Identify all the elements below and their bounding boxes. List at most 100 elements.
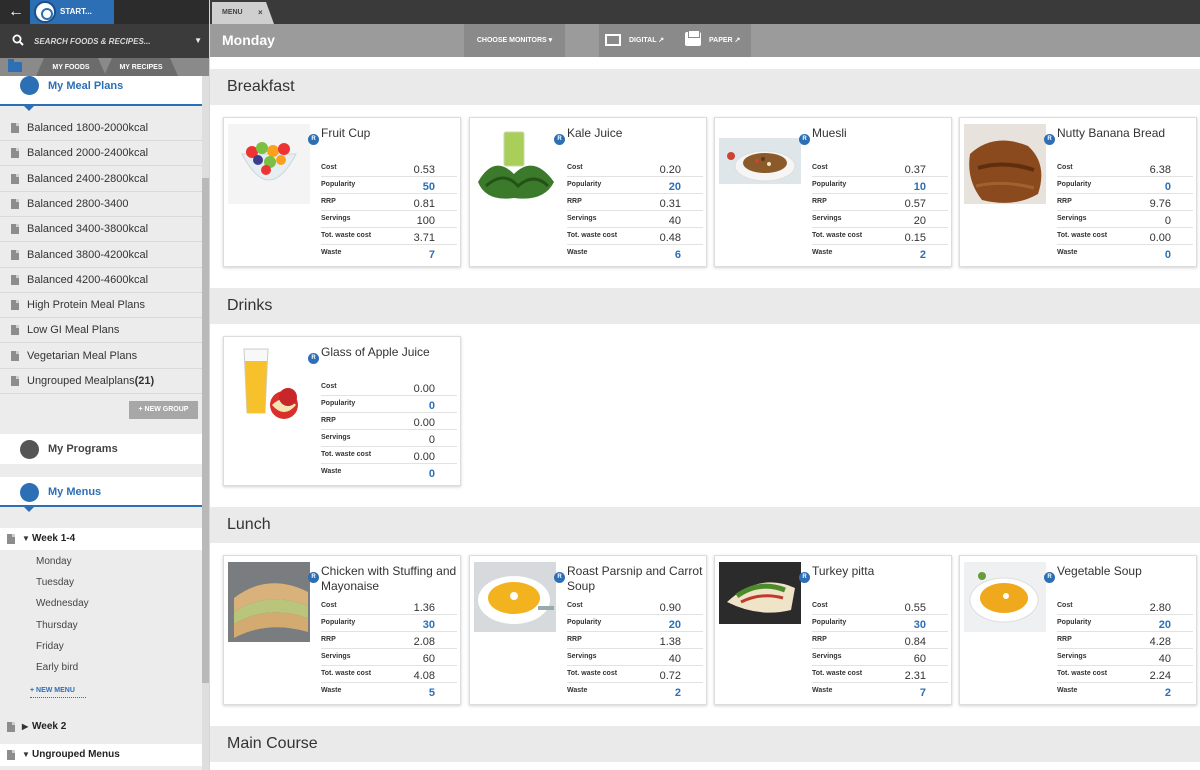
- new-group-button[interactable]: + NEW GROUP: [129, 401, 198, 419]
- stat-label: Waste: [567, 249, 588, 256]
- recipe-card[interactable]: R Nutty Banana Bread Cost 6.38 Popularity 0 RR…: [959, 117, 1197, 267]
- tab-menu[interactable]: MENU ×: [212, 2, 274, 24]
- paper-button[interactable]: PAPER ↗: [679, 24, 751, 57]
- stat-value: 0.84: [904, 636, 926, 648]
- new-menu-button[interactable]: + NEW MENU: [30, 684, 86, 698]
- tab-menu-label: MENU: [222, 9, 243, 16]
- section-my-programs[interactable]: My Programs: [0, 434, 202, 464]
- category-title: Drinks: [227, 297, 273, 314]
- stat-row: Tot. waste cost 0.72: [567, 666, 703, 683]
- menu-day-item[interactable]: Early bird: [36, 658, 186, 678]
- sidebar-tabs: MY FOODS MY RECIPES: [0, 58, 209, 76]
- sidebar-item-meal-plan[interactable]: Balanced 1800-2000kcal: [0, 116, 202, 141]
- digital-button[interactable]: DIGITAL ↗: [599, 24, 679, 57]
- folder-icon: [8, 59, 22, 72]
- choose-monitors-button[interactable]: CHOOSE MONITORS ▾: [464, 24, 565, 57]
- recipe-card[interactable]: R Chicken with Stuffing and Mayonaise Cost…: [223, 555, 461, 705]
- sidebar-item-ungrouped-mealplans[interactable]: Ungrouped Mealplans(21): [0, 369, 202, 394]
- sidebar-item-meal-plan[interactable]: Balanced 2000-2400kcal: [0, 141, 202, 167]
- stat-value: 40: [668, 215, 681, 227]
- document-icon: [11, 173, 19, 184]
- stat-value: 40: [668, 653, 681, 665]
- stat-row: Tot. waste cost 0.48: [567, 228, 703, 245]
- search-bar: ▼: [0, 24, 209, 58]
- toolbar: Monday CHOOSE MONITORS ▾ DIGITAL ↗ PAPER…: [210, 24, 1200, 57]
- sidebar-item-meal-plan[interactable]: Balanced 3800-4200kcal: [0, 243, 202, 268]
- recipe-name: Kale Juice: [567, 126, 623, 140]
- menu-group-week-1-4[interactable]: ▼ Week 1-4: [0, 528, 202, 550]
- menu-day-item[interactable]: Tuesday: [36, 573, 186, 593]
- menu-day-item[interactable]: Wednesday: [36, 594, 186, 614]
- recipe-card[interactable]: R Fruit Cup Cost 0.53 Popularity 50 RRP 0.81 Ser…: [223, 117, 461, 267]
- recipe-card[interactable]: R Kale Juice Cost 0.20 Popularity 20 RRP 0.31 Se…: [469, 117, 707, 267]
- recipe-image: [474, 124, 556, 204]
- stat-value: 2.24: [1149, 670, 1171, 682]
- document-icon: [11, 224, 19, 235]
- section-my-meal-plans[interactable]: My Meal Plans: [0, 76, 202, 111]
- section-my-menus[interactable]: My Menus: [0, 477, 202, 512]
- recipe-image: [228, 124, 310, 204]
- recipe-card[interactable]: R Muesli Cost 0.37 Popularity 10 RRP 0.57 Servin…: [714, 117, 952, 267]
- menu-group-week-2[interactable]: ▶ Week 2: [0, 716, 202, 738]
- meal-plan-label: High Protein Meal Plans: [27, 299, 146, 312]
- chevron-down-icon[interactable]: ▼: [194, 36, 202, 45]
- stat-label: RRP: [567, 636, 582, 643]
- stat-value: 2.08: [413, 636, 435, 648]
- sidebar-item-meal-plan[interactable]: Balanced 2800-3400: [0, 192, 202, 217]
- stat-label: Cost: [321, 383, 337, 390]
- stat-value: 9.76: [1149, 198, 1171, 210]
- menu-day-item[interactable]: Monday: [36, 552, 186, 572]
- recipe-name: Muesli: [812, 126, 847, 140]
- stat-value: 7: [428, 249, 435, 261]
- expanded-triangle-icon: ▼: [22, 750, 30, 759]
- stat-row: Popularity 10: [812, 177, 948, 194]
- stat-label: Tot. waste cost: [1057, 232, 1108, 239]
- stat-row: RRP 0.57: [812, 194, 948, 211]
- stat-row: Tot. waste cost 0.15: [812, 228, 948, 245]
- stat-label: RRP: [321, 198, 336, 205]
- stat-value: 0.00: [413, 417, 435, 429]
- tab-my-foods[interactable]: MY FOODS: [36, 58, 106, 76]
- back-arrow-icon[interactable]: ←: [6, 2, 26, 22]
- stat-row: Waste 7: [812, 683, 948, 700]
- recipe-card[interactable]: R Roast Parsnip and Carrot Soup Cost 0.90 Po…: [469, 555, 707, 705]
- search-input[interactable]: [34, 33, 184, 49]
- menu-day-item[interactable]: Thursday: [36, 616, 186, 636]
- category-header: Drinks: [210, 288, 1200, 324]
- sidebar-scroll-thumb[interactable]: [202, 178, 209, 683]
- stat-value: 20: [913, 215, 926, 227]
- stat-row: Popularity 0: [321, 396, 457, 413]
- stat-label: Cost: [567, 164, 583, 171]
- start-label: START...: [60, 7, 92, 16]
- sidebar-item-meal-plan[interactable]: Low GI Meal Plans: [0, 318, 202, 344]
- stat-value: 40: [1158, 653, 1171, 665]
- stat-row: Waste 5: [321, 683, 457, 700]
- meal-plan-label: Vegetarian Meal Plans: [27, 349, 138, 362]
- stat-value: 0: [1164, 249, 1171, 261]
- meal-plan-label: Balanced 4200-4600kcal: [27, 273, 149, 286]
- start-button[interactable]: START...: [30, 0, 114, 24]
- stat-row: Cost 0.90: [567, 598, 703, 615]
- stat-label: Tot. waste cost: [567, 670, 618, 677]
- recipe-name: Nutty Banana Bread: [1057, 126, 1166, 140]
- sidebar-item-meal-plan[interactable]: Balanced 3400-3800kcal: [0, 217, 202, 243]
- recipe-card[interactable]: R Glass of Apple Juice Cost 0.00 Popularity 0…: [223, 336, 461, 486]
- close-icon[interactable]: ×: [258, 2, 263, 24]
- category-header: Main Course: [210, 726, 1200, 762]
- menu-day-item[interactable]: Friday: [36, 637, 186, 657]
- stat-label: Tot. waste cost: [812, 670, 863, 677]
- sidebar-item-meal-plan[interactable]: High Protein Meal Plans: [0, 293, 202, 319]
- stat-row: Servings 20: [812, 211, 948, 228]
- stat-label: Waste: [1057, 687, 1078, 694]
- tab-my-recipes[interactable]: MY RECIPES: [104, 58, 178, 76]
- menu-group-ungrouped[interactable]: ▼ Ungrouped Menus: [0, 744, 202, 766]
- sidebar: ← START... ▼ MY FOODS MY RECIPES My Meal…: [0, 0, 210, 770]
- tab-folders[interactable]: [0, 58, 36, 76]
- stat-label: Cost: [812, 602, 828, 609]
- sidebar-item-meal-plan[interactable]: Balanced 4200-4600kcal: [0, 268, 202, 293]
- sidebar-item-meal-plan[interactable]: Balanced 2400-2800kcal: [0, 167, 202, 192]
- sidebar-item-meal-plan[interactable]: Vegetarian Meal Plans: [0, 344, 202, 369]
- recipe-card[interactable]: R Turkey pitta Cost 0.55 Popularity 30 RRP 0.84…: [714, 555, 952, 705]
- recipe-card[interactable]: R Vegetable Soup Cost 2.80 Popularity 20 RRP 4.…: [959, 555, 1197, 705]
- stat-row: Cost 0.37: [812, 160, 948, 177]
